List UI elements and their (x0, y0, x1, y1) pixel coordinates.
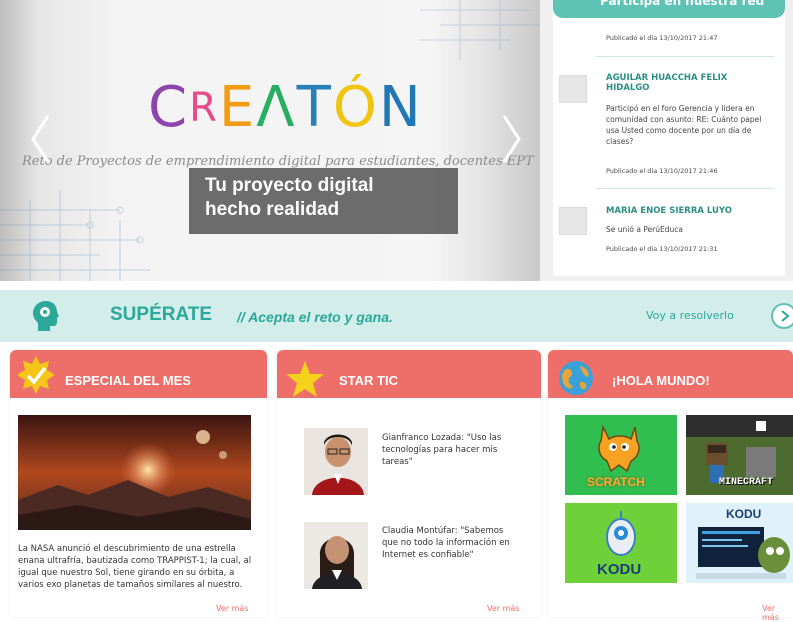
startic-card-title: STAR TIC (339, 373, 398, 388)
hero-banner[interactable]: CREΛTÓN Reto de Proyectos de emprendimie… (0, 0, 540, 281)
especial-card-title: ESPECIAL DEL MES (65, 373, 191, 388)
scratch-label: SCRATCH (587, 475, 645, 489)
minecraft-label: MINECRAFT (719, 477, 774, 488)
scratch-tile[interactable]: SCRATCH (565, 415, 677, 495)
activity-header-title: Participa en nuestra red (600, 0, 765, 8)
kodu-tile[interactable]: KODU (565, 503, 677, 583)
star-badge-icon (17, 356, 55, 394)
divider (596, 56, 774, 57)
activity-published: Publicado el día 13/10/2017 21:31 (606, 245, 718, 253)
superate-title: SUPÉRATE (110, 304, 213, 325)
hero-caption: Tu proyecto digital hecho realidad (205, 174, 445, 222)
student-photo[interactable] (304, 428, 368, 495)
circuit-decoration-top (420, 0, 540, 60)
startic-quote-2: Claudia Montúfar: "Sabemos que no todo l… (382, 526, 510, 560)
superate-link[interactable]: Voy a resolverlo (646, 309, 734, 322)
activity-published: Publicado el día 13/10/2017 21:46 (606, 167, 718, 175)
student-photo[interactable] (304, 522, 368, 589)
kodu-robot-icon (606, 511, 636, 556)
brain-head-icon (33, 301, 59, 331)
avatar[interactable] (559, 75, 587, 103)
superate-subtitle: // Acepta el reto y gana. (237, 309, 393, 325)
activity-published: Publicado el día 13/10/2017 21:47 (606, 34, 718, 42)
star-icon (286, 361, 324, 397)
scratch-cat-icon (598, 424, 640, 473)
activity-text: Participó en el foro Gerencia y lidera e… (606, 104, 762, 146)
avatar[interactable] (559, 207, 587, 235)
planet-image[interactable] (18, 415, 251, 530)
especial-card-text: La NASA anunció el descubrimiento de una… (18, 544, 252, 590)
globe-icon (559, 361, 593, 395)
chevron-right-icon[interactable] (500, 114, 522, 164)
superate-go-button[interactable] (771, 303, 793, 329)
chevron-right-icon (781, 310, 790, 322)
kodu-game-lab-label: KODU (726, 507, 762, 521)
circuit-decoration (0, 190, 150, 281)
creaton-logo: CREΛTÓN (148, 75, 423, 140)
activity-user-name[interactable]: MARIA ENOE SIERRA LUYO (606, 206, 766, 216)
hero-caption-line1: Tu proyecto digital (205, 175, 374, 196)
startic-quote-1: Gianfranco Lozada: "Uso las tecnologías … (382, 433, 502, 467)
hero-caption-line2: hecho realidad (205, 199, 340, 220)
kodu-game-lab-tile[interactable]: KODU (686, 503, 793, 583)
hero-tagline: Reto de Proyectos de emprendimiento digi… (22, 154, 537, 169)
startic-more-link[interactable]: Ver más (487, 604, 519, 613)
minecraft-tile[interactable]: MINECRAFT (686, 415, 793, 495)
kodu-label: KODU (597, 561, 642, 578)
activity-text: Se unió a PerúEduca (606, 225, 683, 234)
hola-more-link[interactable]: Ver más (762, 604, 793, 622)
especial-more-link[interactable]: Ver más (216, 604, 248, 613)
divider (596, 188, 774, 189)
activity-user-name[interactable]: AGUILAR HUACCHA FELIX HIDALGO (606, 73, 766, 93)
chevron-left-icon[interactable] (30, 114, 52, 164)
hola-card-title: ¡HOLA MUNDO! (612, 373, 710, 388)
